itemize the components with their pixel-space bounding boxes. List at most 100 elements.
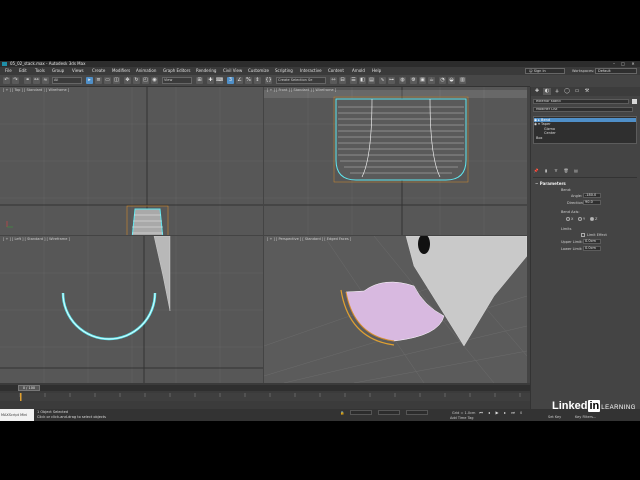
workspace-dropdown[interactable]: Default: [595, 68, 637, 74]
isolate-lock-icon[interactable]: 🔒: [340, 411, 344, 415]
material-editor-icon[interactable]: ◍: [399, 77, 406, 84]
edit-named-selection-icon[interactable]: {}: [265, 77, 272, 84]
next-frame-icon[interactable]: ▸: [502, 410, 508, 416]
render-iterative-icon[interactable]: ◔: [439, 77, 446, 84]
place-icon[interactable]: ◉: [151, 77, 158, 84]
direction-spinner[interactable]: 90.0: [583, 200, 601, 205]
menu-create[interactable]: Create: [92, 67, 105, 75]
layer-explorer-icon[interactable]: ◧: [359, 77, 366, 84]
object-color-swatch[interactable]: [632, 99, 637, 104]
render-shortcut-icon[interactable]: ▥: [459, 77, 466, 84]
select-object-icon[interactable]: ▸: [86, 77, 93, 84]
display-tab-icon[interactable]: ▭: [573, 88, 581, 95]
align-icon[interactable]: ⊟: [339, 77, 346, 84]
render-setup-icon[interactable]: ⚙: [410, 77, 417, 84]
pivot-center-icon[interactable]: ⊞: [196, 77, 203, 84]
current-frame-field[interactable]: 0: [520, 411, 522, 415]
undo-icon[interactable]: ↶: [3, 77, 10, 84]
menu-rendering[interactable]: Rendering: [196, 67, 216, 75]
upper-limit-spinner[interactable]: 0.0cm: [583, 239, 601, 244]
configure-sets-icon[interactable]: ▤: [573, 168, 579, 174]
stack-item-center[interactable]: Center: [534, 131, 636, 135]
time-slider-track[interactable]: 0 / 100: [0, 385, 530, 391]
menu-file[interactable]: File: [5, 67, 12, 75]
select-by-name-icon[interactable]: ≡: [95, 77, 102, 84]
menu-interactive[interactable]: Interactive: [300, 67, 322, 75]
modify-tab-icon[interactable]: ◐: [543, 88, 551, 95]
redo-icon[interactable]: ↷: [12, 77, 19, 84]
show-end-result-icon[interactable]: ▮: [543, 168, 549, 174]
goto-start-icon[interactable]: ⏮: [478, 410, 484, 416]
viewport-left[interactable]: [ + ] [ Left ] [ Standard ] [ Wireframe …: [0, 236, 263, 383]
snaps-toggle-icon[interactable]: 3: [227, 77, 234, 84]
add-time-tag[interactable]: Add Time Tag: [450, 416, 474, 420]
menu-views[interactable]: Views: [72, 67, 84, 75]
arnold-render-icon[interactable]: ◒: [448, 77, 455, 84]
mirror-icon[interactable]: ⇿: [330, 77, 337, 84]
menu-scripting[interactable]: Scripting: [275, 67, 293, 75]
move-icon[interactable]: ✥: [124, 77, 131, 84]
angle-spinner[interactable]: -180.0: [583, 193, 601, 198]
unlink-icon[interactable]: ⚯: [33, 77, 40, 84]
scene-explorer-icon[interactable]: ☰: [350, 77, 357, 84]
modifier-list-dropdown[interactable]: Modifier List: [533, 107, 633, 112]
time-slider-thumb[interactable]: 0 / 100: [18, 385, 40, 391]
stack-item-box[interactable]: Box: [534, 136, 636, 140]
percent-snap-icon[interactable]: %: [245, 77, 252, 84]
render-production-icon[interactable]: ☕: [428, 77, 435, 84]
curve-editor-icon[interactable]: ∿: [379, 77, 386, 84]
reference-coord-dropdown[interactable]: View: [162, 77, 192, 84]
menu-customize[interactable]: Customize: [248, 67, 269, 75]
selection-filter-dropdown[interactable]: All: [52, 77, 82, 84]
viewport-top[interactable]: [ + ] [ Top ] [ Standard ] [ Wireframe ]: [0, 87, 263, 235]
window-crossing-icon[interactable]: ◫: [113, 77, 120, 84]
rect-selection-icon[interactable]: ▭: [104, 77, 111, 84]
select-manipulate-icon[interactable]: ✚: [207, 77, 214, 84]
set-key-button[interactable]: Set Key: [548, 415, 561, 419]
menu-edit[interactable]: Edit: [19, 67, 27, 75]
rotate-icon[interactable]: ↻: [133, 77, 140, 84]
rollout-title[interactable]: − Parameters: [535, 181, 566, 186]
lower-limit-spinner[interactable]: 0.0cm: [583, 246, 601, 251]
play-icon[interactable]: ▶: [494, 410, 500, 416]
sign-in-dropdown[interactable]: ☺ Sign In: [525, 68, 565, 74]
axis-z-radio[interactable]: [590, 217, 594, 221]
viewport-front[interactable]: [ + ] [ Front ] [ Standard ] [ Wireframe…: [264, 87, 527, 235]
z-coordinate[interactable]: [406, 410, 428, 415]
menu-civil-view[interactable]: Civil View: [223, 67, 242, 75]
angle-snap-icon[interactable]: ∠: [236, 77, 243, 84]
menu-help[interactable]: Help: [372, 67, 381, 75]
ribbon-icon[interactable]: ▤: [368, 77, 375, 84]
keyboard-shortcut-icon[interactable]: ⌨: [216, 77, 223, 84]
pin-stack-icon[interactable]: 📌: [533, 168, 539, 174]
track-bar[interactable]: [0, 393, 530, 401]
y-coordinate[interactable]: [378, 410, 400, 415]
menu-content[interactable]: Content: [328, 67, 344, 75]
link-icon[interactable]: ⚭: [24, 77, 31, 84]
object-name-field[interactable]: exterior stand: [533, 99, 629, 104]
axis-x-radio[interactable]: [566, 217, 570, 221]
make-unique-icon[interactable]: ∀: [553, 168, 559, 174]
bind-spacewarp-icon[interactable]: ≈: [42, 77, 49, 84]
named-selection-dropdown[interactable]: Create Selection Se: [276, 77, 326, 84]
menu-arnold[interactable]: Arnold: [352, 67, 365, 75]
hierarchy-tab-icon[interactable]: ⚶: [553, 88, 561, 95]
create-tab-icon[interactable]: ✚: [533, 88, 541, 95]
utilities-tab-icon[interactable]: ⚒: [583, 88, 591, 95]
limit-effect-checkbox[interactable]: [581, 233, 585, 237]
menu-modifiers[interactable]: Modifiers: [112, 67, 130, 75]
viewport-perspective[interactable]: [ + ] [ Perspective ] [ Standard ] [ Edg…: [264, 236, 527, 383]
eye-icon[interactable]: ◉ ▾: [534, 122, 541, 126]
key-filters-button[interactable]: Key Filters...: [575, 415, 596, 419]
maxscript-listener[interactable]: MAXScript Mini: [0, 409, 34, 421]
stack-item-taper[interactable]: ◉ ▾ Taper: [534, 122, 636, 126]
rendered-frame-icon[interactable]: ▣: [419, 77, 426, 84]
goto-end-icon[interactable]: ⏭: [510, 410, 516, 416]
prev-frame-icon[interactable]: ◂: [486, 410, 492, 416]
scale-icon[interactable]: ◰: [142, 77, 149, 84]
menu-graph-editors[interactable]: Graph Editors: [163, 67, 190, 75]
remove-modifier-icon[interactable]: 🗑: [563, 168, 569, 174]
motion-tab-icon[interactable]: ◯: [563, 88, 571, 95]
menu-animation[interactable]: Animation: [136, 67, 156, 75]
menu-group[interactable]: Group: [52, 67, 64, 75]
